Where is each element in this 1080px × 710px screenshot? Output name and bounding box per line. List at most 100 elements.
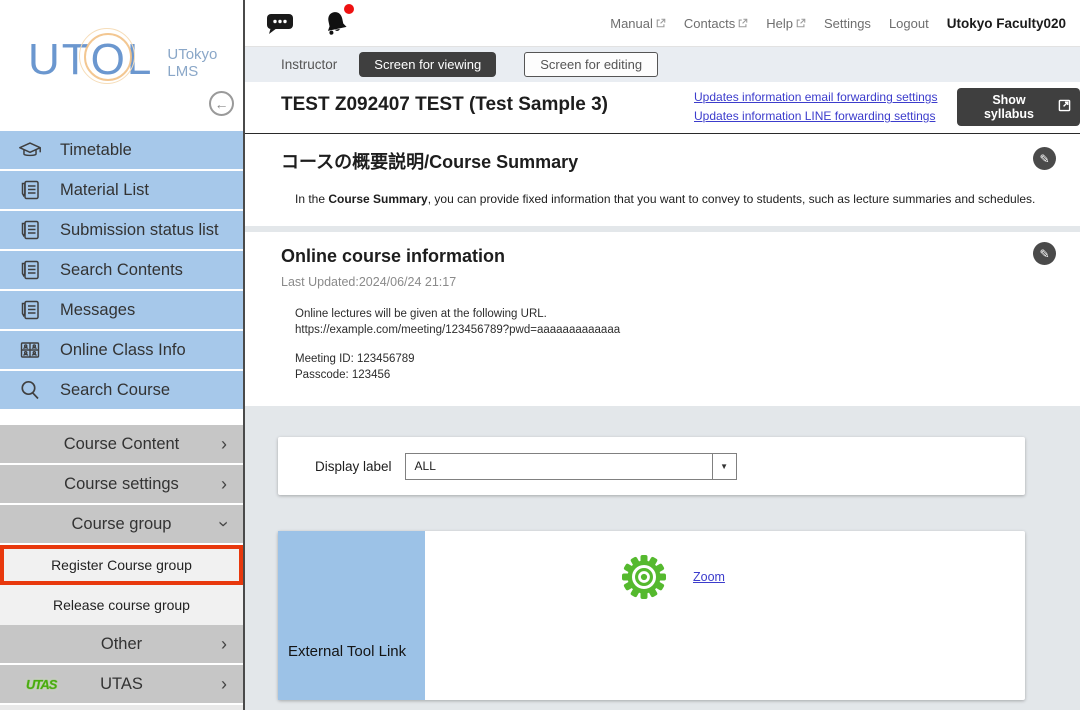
sidebar-item-label: Material List [60,181,149,200]
external-link-icon [796,18,806,28]
utol-logo[interactable]: UTOL UTokyoLMS [28,38,217,82]
online-course-info-body: Online lectures will be given at the fol… [295,306,620,383]
passcode: Passcode: 123456 [295,367,620,383]
sidebar-item-material-list[interactable]: Material List [0,171,243,209]
arrow-left-icon: ← [215,96,229,112]
sidebar-item-course-settings[interactable]: Course settings › [0,465,243,503]
sidebar-item-course-group[interactable]: Course group › [0,505,243,543]
screen-tab-bar: Instructor Screen for viewing Screen for… [245,47,1080,82]
sidebar-item-label: Submission status list [60,221,219,240]
sidebar-item-label: Online Class Info [60,341,186,360]
sidebar-collapse-button[interactable]: ← [209,91,234,116]
show-syllabus-button[interactable]: Show syllabus [957,88,1080,126]
sidebar-item-label: Messages [60,301,135,320]
external-link-icon [1058,99,1071,115]
sidebar-item-label: UTAS [100,675,143,694]
sidebar-item-release-course-group[interactable]: Release course group [0,585,243,625]
course-header: TEST Z092407 TEST (Test Sample 3) Update… [245,82,1080,134]
utas-logo-icon: UTAS [26,677,56,692]
settings-link[interactable]: Settings [824,16,871,31]
online-course-info-section: Online course information ✎ Last Updated… [245,232,1080,406]
sidebar-item-label: Release course group [53,597,190,613]
meeting-url: https://example.com/meeting/123456789?pw… [295,322,620,338]
sidebar-item-label: Other [101,635,142,654]
sidebar: UTOL UTokyoLMS ← Timetable Material List… [0,0,245,710]
help-link[interactable]: Help [766,16,806,31]
document-list-icon [16,296,44,324]
sidebar-item-label: Course group [72,515,172,534]
display-label-text: Display label [315,459,392,474]
logout-link[interactable]: Logout [889,16,929,31]
dropdown-arrow-icon[interactable]: ▼ [712,454,736,479]
search-icon [16,376,44,404]
sidebar-item-label: Timetable [60,141,132,160]
external-tool-link-panel: External Tool Link [278,531,425,700]
sidebar-item-messages[interactable]: Messages [0,291,243,329]
chat-bubble-icon[interactable] [265,9,295,37]
external-tool-link-body: Zoom [425,531,1025,700]
document-list-icon [16,256,44,284]
tab-screen-for-viewing[interactable]: Screen for viewing [359,52,496,77]
graduation-cap-icon [16,136,44,164]
last-updated-text: Last Updated:2024/06/24 21:17 [281,275,456,289]
edit-course-summary-button[interactable]: ✎ [1033,147,1056,170]
main-area: Manual Contacts Help Settings Logout Uto… [245,0,1080,710]
chevron-right-icon: › [221,475,227,493]
sidebar-item-label: Course settings [64,475,179,494]
sidebar-divider [0,411,243,425]
sidebar-item-search-course[interactable]: Search Course [0,371,243,409]
tab-screen-for-editing[interactable]: Screen for editing [524,52,658,77]
course-summary-description: In the Course Summary, you can provide f… [295,192,1035,206]
sidebar-item-timetable[interactable]: Timetable [0,131,243,169]
zoom-tool-link[interactable]: Zoom [693,570,725,584]
pencil-icon: ✎ [1039,152,1049,166]
manual-link[interactable]: Manual [610,16,666,31]
sidebar-item-search-contents[interactable]: Search Contents [0,251,243,289]
class-grid-icon [16,336,44,364]
sidebar-item-label: Search Course [60,381,170,400]
display-label-filter-card: Display label ALL ▼ [278,437,1025,495]
sidebar-item-label: Search Contents [60,261,183,280]
user-name: Utokyo Faculty020 [947,16,1066,31]
sidebar-footer-strip [0,705,243,710]
course-summary-section: コースの概要説明/Course Summary ✎ In the Course … [245,134,1080,226]
external-tool-link-label: External Tool Link [288,643,406,660]
sidebar-item-label: Course Content [64,435,180,454]
logo-area: UTOL UTokyoLMS ← [0,0,243,131]
contacts-link[interactable]: Contacts [684,16,748,31]
meeting-id: Meeting ID: 123456789 [295,351,620,367]
sidebar-item-other[interactable]: Other › [0,625,243,663]
notification-badge [344,4,354,14]
email-forwarding-settings-link[interactable]: Updates information email forwarding set… [694,90,937,104]
display-label-selected-value: ALL [406,459,712,473]
edit-online-course-info-button[interactable]: ✎ [1033,242,1056,265]
sidebar-item-utas[interactable]: UTAS UTAS › [0,665,243,703]
top-bar: Manual Contacts Help Settings Logout Uto… [245,0,1080,47]
line-forwarding-settings-link[interactable]: Updates information LINE forwarding sett… [694,109,937,123]
course-summary-heading: コースの概要説明/Course Summary [281,148,578,174]
chevron-right-icon: › [221,675,227,693]
notification-bell-icon[interactable] [321,8,351,38]
sidebar-item-online-class-info[interactable]: Online Class Info [0,331,243,369]
external-tool-link-card: External Tool Link [278,531,1025,700]
course-group-submenu: Register Course group Release course gro… [0,545,243,625]
green-gear-icon [619,552,669,607]
sidebar-item-register-course-group[interactable]: Register Course group [0,545,243,585]
chevron-right-icon: › [221,435,227,453]
pencil-icon: ✎ [1039,247,1049,261]
utol-logo-subtitle: UTokyoLMS [167,46,217,81]
external-link-icon [738,18,748,28]
external-link-icon [656,18,666,28]
chevron-right-icon: › [221,635,227,653]
utol-logo-text: UTOL [28,38,153,82]
online-course-info-heading: Online course information [281,246,505,267]
display-label-select[interactable]: ALL ▼ [405,453,737,480]
online-info-line: Online lectures will be given at the fol… [295,306,620,322]
chevron-down-icon: › [215,521,233,527]
document-list-icon [16,176,44,204]
role-label: Instructor [281,57,337,72]
sidebar-item-course-content[interactable]: Course Content › [0,425,243,463]
sidebar-item-label: Register Course group [51,557,192,573]
sidebar-item-submission-status-list[interactable]: Submission status list [0,211,243,249]
page-title: TEST Z092407 TEST (Test Sample 3) [281,94,608,116]
